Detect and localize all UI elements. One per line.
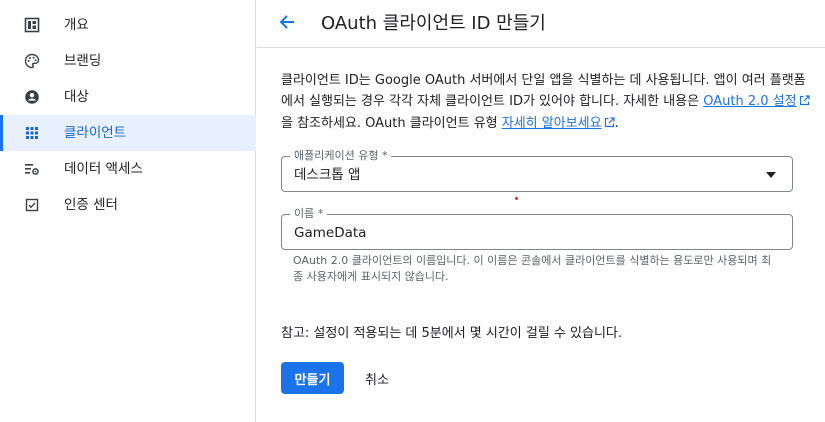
page-header: OAuth 클라이언트 ID 만들기 [257,0,825,48]
dropdown-arrow-icon [766,172,776,178]
oauth-setup-link-text: OAuth 2.0 설정 [703,94,797,109]
sidebar-item-label: 대상 [64,89,89,105]
application-type-value: 데스크톱 앱 [294,167,361,183]
learn-more-link-text: 자세히 알아보세요 [501,116,602,131]
open-in-new-icon [799,92,810,113]
palette-icon [23,52,41,70]
application-type-label: 애플리케이션 유형 * [290,149,392,163]
sidebar-item-label: 인증 센터 [64,197,118,213]
apps-grid-icon [23,124,41,142]
sidebar-item-label: 브랜딩 [64,53,102,69]
learn-more-link[interactable]: 자세히 알아보세요 [502,116,615,131]
person-icon [23,88,41,106]
sidebar-item-label: 데이터 액세스 [64,161,143,177]
intro-text: . [614,116,619,131]
sidebar: 개요 브랜딩 대상 클라이언트 데이터 액세스 인증 센터 [0,0,256,422]
propagation-note: 참고: 설정이 적용되는 데 5분에서 몇 시간이 걸릴 수 있습니다. [281,326,623,341]
intro-paragraph: 클라이언트 ID는 Google OAuth 서버에서 단일 앱을 식별하는 데… [281,70,811,135]
sidebar-item-label: 클라이언트 [64,125,127,141]
app-window: 개요 브랜딩 대상 클라이언트 데이터 액세스 인증 센터 OAuth 클라이언… [0,0,825,422]
cursor-dot [515,197,518,200]
oauth-setup-link[interactable]: OAuth 2.0 설정 [703,94,810,109]
cancel-button[interactable]: 취소 [354,362,400,394]
sidebar-item-label: 개요 [64,17,89,33]
dashboard-icon [23,16,41,34]
sidebar-item-data-access[interactable]: 데이터 액세스 [0,151,256,187]
create-button[interactable]: 만들기 [281,362,344,394]
sidebar-item-branding[interactable]: 브랜딩 [0,43,256,79]
application-type-select[interactable]: 애플리케이션 유형 * 데스크톱 앱 [281,149,793,192]
intro-section: 클라이언트 ID는 Google OAuth 서버에서 단일 앱을 식별하는 데… [281,70,811,135]
back-button[interactable] [275,12,299,36]
intro-text: 을 참조하세요. OAuth 클라이언트 유형 [281,116,502,131]
name-field[interactable]: 이름 * GameData [281,207,793,250]
sidebar-item-verification-center[interactable]: 인증 센터 [0,187,256,223]
name-helper-text: OAuth 2.0 클라이언트의 이름입니다. 이 이름은 콘솔에서 클라이언트… [293,254,772,283]
sidebar-item-clients[interactable]: 클라이언트 [0,115,256,151]
data-settings-icon [23,160,41,178]
sidebar-item-audience[interactable]: 대상 [0,79,256,115]
open-in-new-icon [604,114,615,135]
page-title: OAuth 클라이언트 ID 만들기 [321,13,546,34]
name-field-label: 이름 * [290,207,328,221]
arrow-back-icon [278,13,296,35]
sidebar-item-overview[interactable]: 개요 [0,7,256,43]
checkbox-icon [23,196,41,214]
name-field-value: GameData [294,225,367,241]
